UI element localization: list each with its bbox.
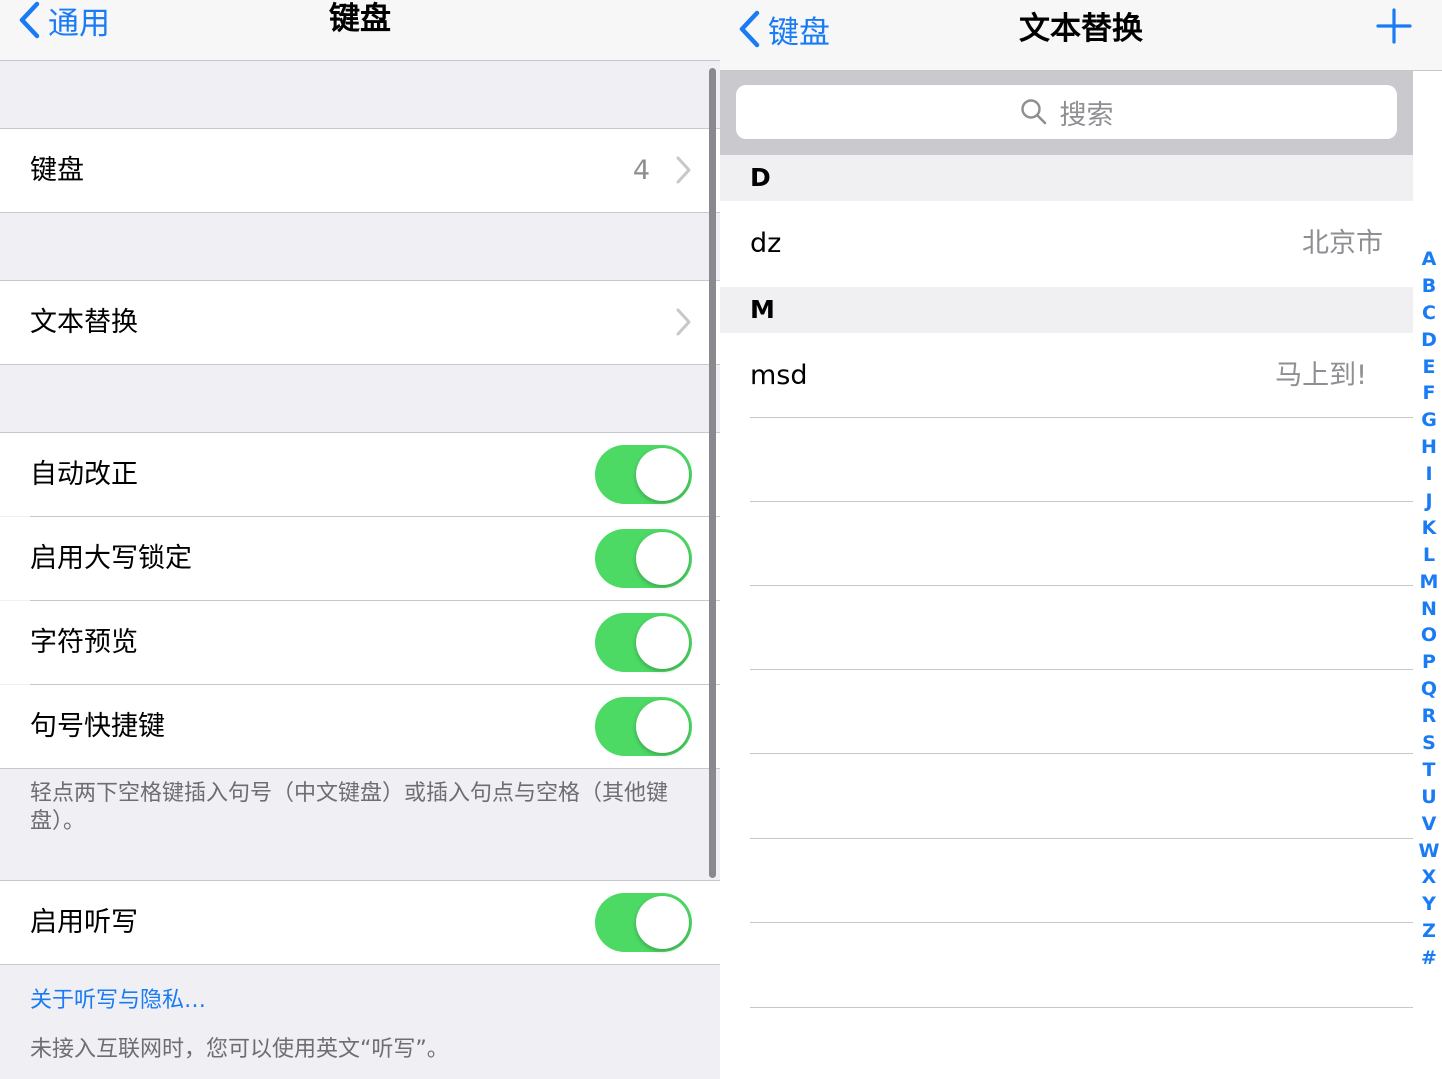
index-letter[interactable]: U: [1416, 784, 1442, 811]
index-letter[interactable]: J: [1416, 488, 1442, 515]
index-letter[interactable]: A: [1416, 246, 1442, 273]
index-letter[interactable]: T: [1416, 757, 1442, 784]
index-letter[interactable]: D: [1416, 327, 1442, 354]
toggle-knob: [636, 700, 689, 753]
dictation-label: 启用听写: [30, 907, 138, 938]
keyboards-label: 键盘: [30, 155, 84, 186]
period-shortcut-note: 轻点两下空格键插入句号（中文键盘）或插入句点与空格（其他键盘）。: [30, 781, 669, 834]
row-separator: [750, 922, 1413, 923]
nav-bar: 通用 键盘: [0, 0, 720, 61]
index-letter[interactable]: I: [1416, 461, 1442, 488]
section-letter: D: [750, 163, 771, 192]
character-preview-label: 字符预览: [30, 627, 138, 658]
text-replacement-cell[interactable]: 文本替换: [0, 281, 720, 364]
dictation-toggle[interactable]: [595, 893, 692, 952]
auto-correct-toggle[interactable]: [595, 445, 692, 504]
section-index[interactable]: A B C D E F G H I J K L M N O P Q R S T U V W X Y Z #: [1416, 246, 1442, 972]
separator: [0, 768, 720, 769]
chevron-right-icon: [676, 308, 691, 336]
section-letter: M: [750, 295, 775, 324]
dictation-note: 未接入互联网时，您可以使用英文“听写”。: [30, 1037, 449, 1062]
toggle-knob: [636, 616, 689, 669]
index-letter[interactable]: M: [1416, 569, 1442, 596]
keyboards-cell[interactable]: 键盘 4: [0, 129, 720, 212]
index-letter[interactable]: N: [1416, 596, 1442, 623]
chevron-right-icon: [676, 156, 691, 184]
shortcut-text: msd: [750, 360, 808, 391]
row-separator: [750, 501, 1413, 502]
search-bar: 搜索: [720, 71, 1413, 155]
keyboards-count: 4: [632, 155, 650, 186]
search-icon: [1020, 99, 1046, 125]
search-placeholder: 搜索: [1059, 99, 1114, 131]
index-letter[interactable]: P: [1416, 649, 1442, 676]
row-separator: [750, 417, 1413, 418]
keyboard-settings-screen: 通用 键盘 键盘 4 文本替换 自动改正 启用大写锁定 字符预览 句号快捷键 轻…: [0, 0, 720, 1079]
page-title: 键盘: [329, 1, 391, 37]
character-preview-cell: 字符预览: [0, 601, 720, 684]
period-shortcut-cell: 句号快捷键: [0, 685, 720, 768]
index-letter[interactable]: X: [1416, 864, 1442, 891]
replacement-row[interactable]: dz 北京市: [720, 202, 1413, 286]
index-letter[interactable]: F: [1416, 380, 1442, 407]
period-shortcut-toggle[interactable]: [595, 697, 692, 756]
section-header-m: M: [720, 287, 1413, 333]
dictation-privacy-link[interactable]: 关于听写与隐私…: [30, 982, 206, 1014]
search-input[interactable]: 搜索: [736, 85, 1397, 139]
index-letter[interactable]: H: [1416, 434, 1442, 461]
row-separator: [750, 838, 1413, 839]
page-title: 文本替换: [1019, 11, 1143, 47]
character-preview-toggle[interactable]: [595, 613, 692, 672]
row-separator: [750, 1007, 1413, 1008]
nav-bar: 键盘 文本替换: [720, 0, 1442, 71]
index-letter[interactable]: Z: [1416, 918, 1442, 945]
index-letter[interactable]: R: [1416, 703, 1442, 730]
text-replacement-screen: 键盘 文本替换 搜索 D dz 北京市 M msd 马上到! ABCDEFGHI…: [720, 0, 1442, 1079]
index-letter[interactable]: #: [1416, 945, 1442, 972]
index-letter[interactable]: W: [1416, 838, 1442, 865]
index-letter[interactable]: C: [1416, 300, 1442, 327]
toggle-knob: [636, 896, 689, 949]
auto-correct-label: 自动改正: [30, 459, 138, 490]
index-letter[interactable]: Y: [1416, 891, 1442, 918]
index-letter[interactable]: B: [1416, 273, 1442, 300]
caps-lock-label: 启用大写锁定: [30, 543, 192, 574]
index-letter[interactable]: L: [1416, 542, 1442, 569]
separator: [0, 364, 720, 365]
caps-lock-cell: 启用大写锁定: [0, 517, 720, 600]
shortcut-text: dz: [750, 228, 782, 259]
scrollbar[interactable]: [709, 68, 716, 878]
text-replacement-label: 文本替换: [30, 307, 138, 338]
toggle-knob: [636, 532, 689, 585]
toggle-knob: [636, 448, 689, 501]
auto-correct-cell: 自动改正: [0, 433, 720, 516]
replacement-row[interactable]: msd 马上到!: [720, 334, 1413, 418]
plus-icon[interactable]: [1376, 8, 1412, 44]
separator: [0, 212, 720, 213]
period-shortcut-label: 句号快捷键: [30, 711, 165, 742]
index-letter[interactable]: Q: [1416, 676, 1442, 703]
index-letter[interactable]: K: [1416, 515, 1442, 542]
caps-lock-toggle[interactable]: [595, 529, 692, 588]
row-separator: [750, 585, 1413, 586]
index-letter[interactable]: O: [1416, 622, 1442, 649]
phrase-text: 马上到!: [1275, 360, 1367, 391]
dictation-cell: 启用听写: [0, 881, 720, 964]
row-separator: [750, 753, 1413, 754]
row-separator: [750, 669, 1413, 670]
phrase-text: 北京市: [1302, 228, 1383, 259]
index-letter[interactable]: V: [1416, 811, 1442, 838]
section-header-d: D: [720, 155, 1413, 201]
index-letter[interactable]: E: [1416, 354, 1442, 381]
separator: [0, 964, 720, 965]
index-letter[interactable]: S: [1416, 730, 1442, 757]
index-letter[interactable]: G: [1416, 407, 1442, 434]
